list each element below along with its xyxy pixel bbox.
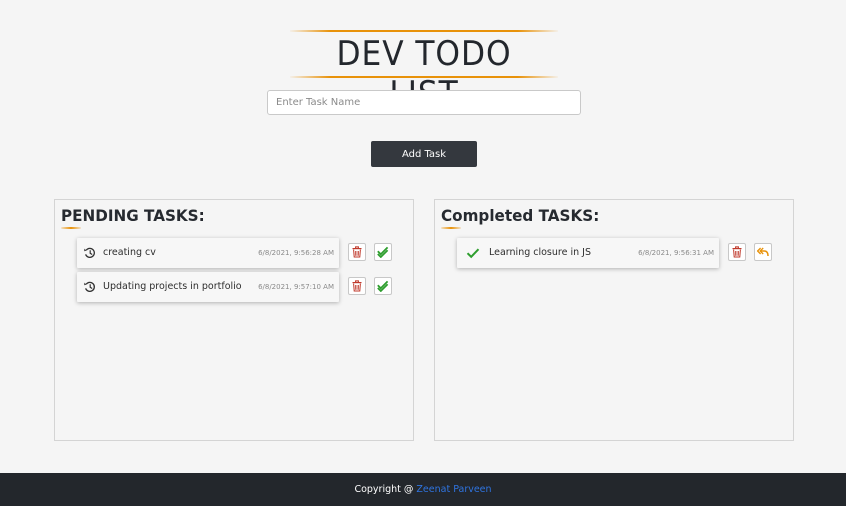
task-timestamp: 6/8/2021, 9:56:31 AM: [638, 249, 714, 257]
trash-icon: [732, 246, 742, 258]
author-link[interactable]: Zeenat Parveen: [416, 484, 491, 495]
complete-button[interactable]: [374, 277, 392, 295]
add-task-button[interactable]: Add Task: [371, 141, 477, 167]
double-check-icon: [377, 246, 389, 258]
task-name: Learning closure in JS: [489, 247, 591, 258]
task-timestamp: 6/8/2021, 9:57:10 AM: [258, 283, 334, 291]
footer: Copyright @ Zeenat Parveen: [0, 473, 846, 506]
double-check-icon: [377, 280, 389, 292]
pending-tasks-panel: PENDING TASKS: creating cv 6/8/2021, 9:5…: [54, 199, 414, 441]
copyright-text: Copyright @: [354, 484, 417, 495]
undo-button[interactable]: [754, 243, 772, 261]
pending-task-item: Updating projects in portfolio 6/8/2021,…: [77, 272, 339, 302]
reply-all-icon: [757, 247, 769, 257]
completed-tasks-title: Completed TASKS:: [441, 206, 600, 225]
completed-task-item: Learning closure in JS 6/8/2021, 9:56:31…: [457, 238, 719, 268]
title-bottom-line: [290, 76, 558, 78]
task-name: Updating projects in portfolio: [103, 281, 242, 292]
check-icon: [466, 246, 480, 260]
title-top-line: [290, 30, 558, 32]
delete-button[interactable]: [348, 243, 366, 261]
pending-task-item: creating cv 6/8/2021, 9:56:28 AM: [77, 238, 339, 268]
pending-title-underline: [61, 227, 81, 229]
task-timestamp: 6/8/2021, 9:56:28 AM: [258, 249, 334, 257]
delete-button[interactable]: [728, 243, 746, 261]
task-name: creating cv: [103, 247, 156, 258]
title-block: DEV TODO LIST: [290, 30, 558, 114]
complete-button[interactable]: [374, 243, 392, 261]
history-icon: [83, 280, 97, 294]
pending-tasks-title: PENDING TASKS:: [61, 206, 205, 225]
trash-icon: [352, 246, 362, 258]
completed-title-underline: [441, 227, 461, 229]
task-name-input[interactable]: [267, 90, 581, 115]
history-icon: [83, 246, 97, 260]
trash-icon: [352, 280, 362, 292]
delete-button[interactable]: [348, 277, 366, 295]
completed-tasks-panel: Completed TASKS: Learning closure in JS …: [434, 199, 794, 441]
